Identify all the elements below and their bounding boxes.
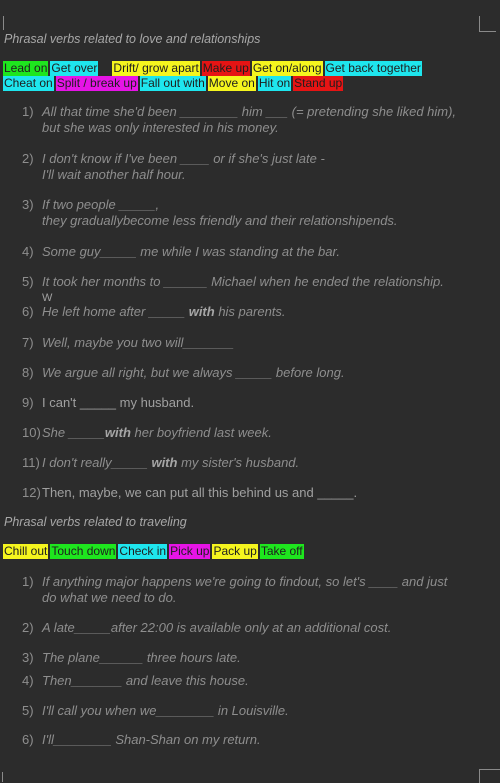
item-number: 9) <box>22 395 34 410</box>
item-number: 5) <box>22 274 34 289</box>
sentence-end: her boyfriend last week. <box>130 425 272 440</box>
crop-corner-top-left <box>3 16 4 30</box>
exercise-item: 4) Then_______ and leave this house. <box>22 673 249 689</box>
sentence-start: I don't really_____ <box>42 455 152 470</box>
item-number: 5) <box>22 703 34 718</box>
item-number: 4) <box>22 244 34 259</box>
stray-mark: W <box>42 292 53 304</box>
exercise-item: 6) He left home after _____ with his pare… <box>22 304 286 320</box>
crop-corner-bottom-left <box>0 772 3 782</box>
phrasal-verb-tag: Get back together <box>324 61 422 76</box>
phrasal-verb-tag: Split / break up <box>55 76 138 91</box>
exercise-item: 1) All that time she'd been ________ him … <box>22 104 456 136</box>
item-sentence: He left home after _____ with his parent… <box>42 304 286 319</box>
item-sentence: Then_______ and leave this house. <box>42 673 249 688</box>
item-number: 7) <box>22 335 34 350</box>
phrasal-verb-tag: Pack up <box>212 544 258 559</box>
tag-list-love: Lead on Get over Drift/ grow apart Make up G… <box>3 61 424 91</box>
exercise-item: 7) Well, maybe you two will_______ <box>22 335 234 351</box>
item-sentence: Well, maybe you two will_______ <box>42 335 234 350</box>
sentence-start: He left home after _____ <box>42 304 189 319</box>
item-sentence: Some guy_____ me while I was standing at… <box>42 244 340 259</box>
sentence-keyword: with <box>188 304 215 319</box>
item-sentence: I'll________ Shan-Shan on my return. <box>42 732 261 747</box>
item-number: 3) <box>22 650 34 665</box>
phrasal-verb-tag: Check in <box>118 544 168 559</box>
phrasal-verb-tag: Stand up <box>293 76 344 91</box>
item-number: 2) <box>22 620 34 635</box>
item-sentence: If two people _____, <box>42 197 160 212</box>
phrasal-verb-tag: Cheat on <box>3 76 54 91</box>
exercise-item: 12)Then, maybe, we can put all this behi… <box>22 485 357 501</box>
item-sentence: I'll call you when we________ in Louisvi… <box>42 703 289 718</box>
crop-corner-bottom-right <box>479 769 500 783</box>
tag-row-2: Cheat on Split / break up Fall out with Mov… <box>3 76 424 91</box>
exercise-item: 6) I'll________ Shan-Shan on my return. <box>22 732 261 748</box>
tag-row-1: Chill out Touch down Check in Pick up Pack u… <box>3 544 306 559</box>
item-sentence: We argue all right, but we always _____ … <box>42 365 345 380</box>
item-number: 6) <box>22 732 34 747</box>
item-number: 2) <box>22 151 34 166</box>
item-sentence: If anything major happens we're going to… <box>42 574 448 589</box>
item-sentence: A late_____after 22:00 is available only… <box>42 620 392 635</box>
phrasal-verb-tag: Fall out with <box>139 76 206 91</box>
item-sentence: She _____with her boyfriend last week. <box>42 425 272 440</box>
item-number: 1) <box>22 104 34 119</box>
exercise-item: 1) If anything major happens we're going … <box>22 574 447 606</box>
phrasal-verb-tag: Lead on <box>3 61 49 76</box>
sentence-start: She _____ <box>42 425 105 440</box>
exercise-item: 5) I'll call you when we________ in Louis… <box>22 703 289 719</box>
sentence-end: my sister's husband. <box>177 455 300 470</box>
crop-corner-top-right <box>479 16 496 32</box>
item-sentence: All that time she'd been ________ him __… <box>42 104 457 119</box>
phrasal-verb-tag: Touch down <box>50 544 117 559</box>
phrasal-verb-tag: Drift/ grow apart <box>112 61 200 76</box>
item-sentence-continued: I'll wait another half hour. <box>42 167 186 182</box>
exercise-item: 2) I don't know if I've been ____ or if s… <box>22 151 325 183</box>
phrasal-verb-tag: Take off <box>259 544 304 559</box>
exercise-item: 8) We argue all right, but we always ____… <box>22 365 345 381</box>
exercise-item: 5) It took her months to ______ Michael w… <box>22 274 444 290</box>
item-number: 12) <box>22 485 41 500</box>
exercise-item: 3) The plane______ three hours late. <box>22 650 241 666</box>
item-number: 10) <box>22 425 41 440</box>
item-sentence: I can't _____ my husband. <box>42 395 195 410</box>
exercise-item: 2) A late_____after 22:00 is available on… <box>22 620 391 636</box>
section-title-traveling: Phrasal verbs related to traveling <box>4 515 187 529</box>
phrasal-verb-tag: Get over <box>50 61 99 76</box>
item-number: 4) <box>22 673 34 688</box>
sentence-end: his parents. <box>214 304 286 319</box>
item-sentence: The plane______ three hours late. <box>42 650 241 665</box>
phrasal-verb-tag: Get on/along <box>251 61 323 76</box>
exercise-item: 10)She _____with her boyfriend last week… <box>22 425 272 441</box>
item-sentence-continued: do what we need to do. <box>42 590 177 605</box>
item-sentence-continued: they graduallybecome less friendly and t… <box>42 213 398 228</box>
item-number: 6) <box>22 304 34 319</box>
phrasal-verb-tag: Make up <box>201 61 250 76</box>
item-sentence-continued: but she was only interested in his money… <box>42 120 279 135</box>
item-number: 11) <box>22 455 40 470</box>
item-sentence: It took her months to ______ Michael whe… <box>42 274 444 289</box>
item-sentence: Then, maybe, we can put all this behind … <box>42 485 358 500</box>
exercise-item: 9) I can't _____ my husband. <box>22 395 194 411</box>
tag-row-1: Lead on Get over Drift/ grow apart Make up G… <box>3 61 424 76</box>
item-number: 8) <box>22 365 34 380</box>
phrasal-verb-tag: Chill out <box>3 544 49 559</box>
phrasal-verb-tag: Hit on <box>257 76 292 91</box>
phrasal-verb-tag: Pick up <box>169 544 211 559</box>
phrasal-verb-tag: Move on <box>207 76 256 91</box>
item-number: 1) <box>22 574 34 589</box>
section-title-love: Phrasal verbs related to love and relati… <box>4 32 261 46</box>
sentence-keyword: with <box>104 425 131 440</box>
exercise-item: 3) If two people _____, they graduallybeco… <box>22 197 398 229</box>
exercise-item: 4) Some guy_____ me while I was standing … <box>22 244 340 260</box>
item-number: 3) <box>22 197 34 212</box>
item-sentence: I don't really_____ with my sister's hus… <box>42 455 299 470</box>
exercise-item: 11) I don't really_____ with my sister's … <box>22 455 299 471</box>
item-sentence: I don't know if I've been ____ or if she… <box>42 151 325 166</box>
tag-list-traveling: Chill out Touch down Check in Pick up Pack u… <box>3 544 306 559</box>
sentence-keyword: with <box>151 455 178 470</box>
